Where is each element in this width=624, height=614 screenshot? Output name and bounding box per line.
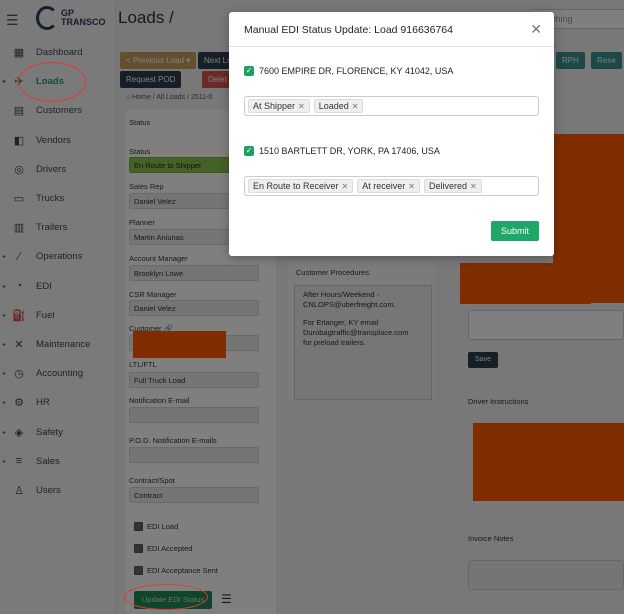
annotation-circle — [124, 584, 208, 610]
stop-1-status-select[interactable]: At Shipper ✕ Loaded ✕ — [244, 96, 539, 116]
status-tag: Loaded ✕ — [313, 99, 364, 113]
stop-2-status-select[interactable]: En Route to Receiver ✕ At receiver ✕ Deliv… — [244, 176, 539, 196]
status-tag: At receiver ✕ — [357, 179, 420, 193]
checkbox-checked-icon[interactable]: ✓ — [244, 66, 254, 76]
submit-button[interactable]: Submit — [491, 221, 539, 241]
remove-tag-icon[interactable]: ✕ — [470, 182, 477, 191]
status-tag: Delivered ✕ — [423, 179, 482, 193]
modal-header: Manual EDI Status Update: Load 916636764… — [229, 12, 554, 47]
annotation-circle — [18, 62, 86, 102]
remove-tag-icon[interactable]: ✕ — [352, 102, 359, 111]
remove-tag-icon[interactable]: ✕ — [342, 182, 349, 191]
stop-1-address: 7600 EMPIRE DR, FLORENCE, KY 41042, USA — [259, 66, 454, 76]
status-tag: At Shipper ✕ — [248, 99, 310, 113]
status-tag: En Route to Receiver ✕ — [248, 179, 354, 193]
remove-tag-icon[interactable]: ✕ — [408, 182, 415, 191]
stop-2-address: 1510 BARTLETT DR, YORK, PA 17406, USA — [259, 146, 440, 156]
stop-2-row[interactable]: ✓ 1510 BARTLETT DR, YORK, PA 17406, USA — [244, 146, 440, 156]
edi-status-modal: Manual EDI Status Update: Load 916636764… — [229, 12, 554, 256]
stop-1-row[interactable]: ✓ 7600 EMPIRE DR, FLORENCE, KY 41042, US… — [244, 66, 453, 76]
modal-title: Manual EDI Status Update: Load 916636764 — [244, 24, 453, 36]
close-icon[interactable]: ✕ — [530, 21, 542, 38]
remove-tag-icon[interactable]: ✕ — [298, 102, 305, 111]
checkbox-checked-icon[interactable]: ✓ — [244, 146, 254, 156]
